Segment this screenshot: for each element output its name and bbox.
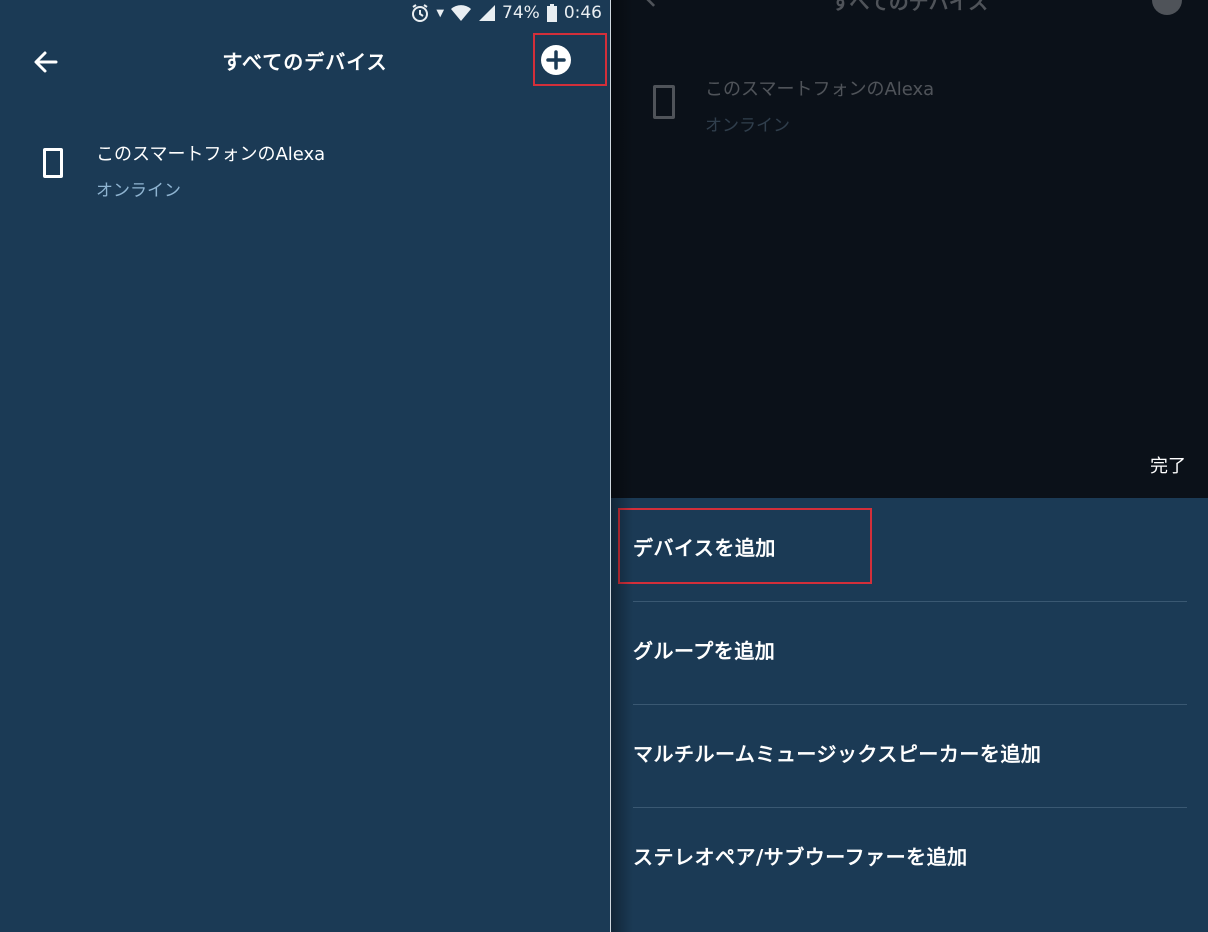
dimmed-background[interactable]: すべてのデバイス このスマートフォンのAlexa オンライン 完了 [611, 0, 1208, 498]
highlight-box-plus [533, 33, 607, 86]
status-bar: ▼ 74% 0:46 [410, 0, 602, 26]
app-bar: すべてのデバイス [0, 32, 610, 90]
edge-shadow [611, 0, 633, 932]
device-row[interactable]: このスマートフォンのAlexa オンライン [40, 140, 560, 204]
bottom-sheet-menu: デバイスを追加 グループを追加 マルチルームミュージックスピーカーを追加 ステレ… [611, 498, 1208, 932]
battery-icon [546, 3, 558, 23]
menu-item-label: ステレオペア/サブウーファーを追加 [633, 845, 968, 869]
clock: 0:46 [563, 3, 602, 23]
battery-percent: 74% [502, 3, 540, 23]
wifi-icon [450, 4, 472, 22]
device-status: オンライン [96, 181, 181, 201]
alarm-icon [410, 3, 430, 23]
smartphone-icon [653, 85, 675, 119]
signal-icon [478, 4, 496, 22]
menu-item-label: グループを追加 [633, 639, 776, 663]
dimmed-device-name: このスマートフォンのAlexa [705, 79, 935, 100]
highlight-box-add-device [618, 508, 872, 584]
done-button[interactable]: 完了 [1150, 452, 1186, 478]
menu-item-add-multiroom-speaker[interactable]: マルチルームミュージックスピーカーを追加 [633, 704, 1187, 807]
right-screen: すべてのデバイス このスマートフォンのAlexa オンライン 完了 デバイスを追… [611, 0, 1208, 932]
menu-item-label: マルチルームミュージックスピーカーを追加 [633, 742, 1042, 766]
dimmed-app-bar: すべてのデバイス [611, 0, 1208, 18]
dimmed-title: すべてのデバイス [830, 0, 989, 14]
add-plus-icon [1151, 0, 1183, 16]
page-title: すべてのデバイス [222, 50, 388, 74]
dimmed-device-status: オンライン [705, 116, 790, 136]
device-name: このスマートフォンのAlexa [96, 144, 326, 165]
left-screen: ▼ 74% 0:46 すべてのデバイス このスマートフォンのAlexa オンライ… [0, 0, 610, 932]
menu-item-add-stereo-pair[interactable]: ステレオペア/サブウーファーを追加 [633, 807, 1187, 910]
menu-item-add-group[interactable]: グループを追加 [633, 601, 1187, 704]
smartphone-icon [43, 148, 63, 178]
arrow-down-icon: ▼ [436, 7, 445, 19]
